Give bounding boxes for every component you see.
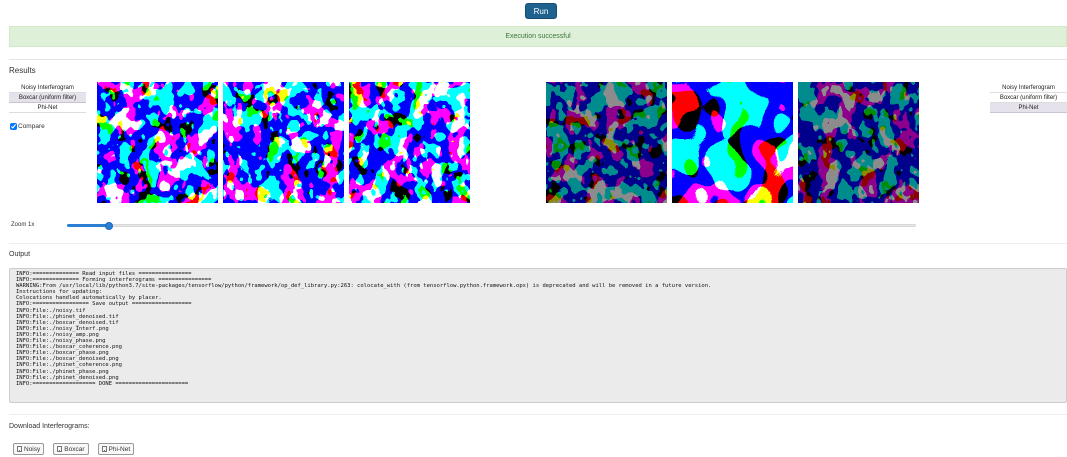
left-interferogram-image	[349, 82, 470, 203]
output-title: Output	[9, 251, 31, 258]
divider	[9, 243, 1067, 244]
download-title: Download Interferograms:	[9, 423, 90, 430]
left-option-noisy[interactable]: Noisy Interferogram	[9, 83, 86, 93]
file-icon	[17, 446, 22, 452]
download-phinet-button[interactable]: Phi-Net	[97, 443, 135, 455]
run-button[interactable]: Run	[525, 3, 557, 19]
compare-toggle[interactable]: Compare	[10, 123, 45, 130]
results-title: Results	[9, 66, 36, 75]
download-phinet-label: Phi-Net	[108, 445, 131, 453]
status-alert: Execution successful	[9, 26, 1067, 47]
right-amplitude-image	[546, 82, 667, 203]
download-noisy-button[interactable]: Noisy	[13, 443, 45, 455]
zoom-slider[interactable]	[67, 221, 916, 230]
zoom-slider-track[interactable]	[67, 224, 916, 227]
right-option-boxcar[interactable]: Boxcar (uniform filter)	[990, 93, 1067, 103]
divider	[9, 414, 1067, 415]
right-image-selector: Noisy Interferogram Boxcar (uniform filt…	[990, 83, 1067, 113]
console-line: INFO:=================== DONE ==========…	[16, 380, 189, 387]
download-boxcar-label: Boxcar	[64, 445, 85, 453]
left-amplitude-image	[97, 82, 218, 203]
output-console: INFO:============== Read input files ===…	[9, 268, 1067, 403]
right-option-phinet[interactable]: Phi-Net	[990, 103, 1067, 113]
zoom-slider-fill	[67, 224, 110, 227]
download-buttons: Noisy Boxcar Phi-Net	[13, 443, 135, 455]
file-icon	[57, 446, 63, 452]
right-option-noisy[interactable]: Noisy Interferogram	[990, 83, 1067, 93]
divider	[9, 59, 1067, 60]
left-option-phinet[interactable]: Phi-Net	[9, 103, 86, 113]
right-phase-image	[672, 82, 793, 203]
download-noisy-label: Noisy	[24, 445, 41, 453]
left-option-boxcar[interactable]: Boxcar (uniform filter)	[9, 93, 86, 103]
download-boxcar-button[interactable]: Boxcar	[53, 443, 89, 455]
compare-label: Compare	[18, 123, 45, 130]
left-phase-image	[223, 82, 344, 203]
compare-checkbox[interactable]	[10, 123, 17, 130]
right-interferogram-image	[798, 82, 919, 203]
left-image-selector: Noisy Interferogram Boxcar (uniform filt…	[9, 83, 86, 113]
zoom-slider-handle[interactable]	[105, 221, 114, 230]
zoom-label: Zoom 1x	[11, 222, 35, 228]
file-icon	[101, 446, 107, 452]
status-message: Execution successful	[505, 33, 571, 40]
